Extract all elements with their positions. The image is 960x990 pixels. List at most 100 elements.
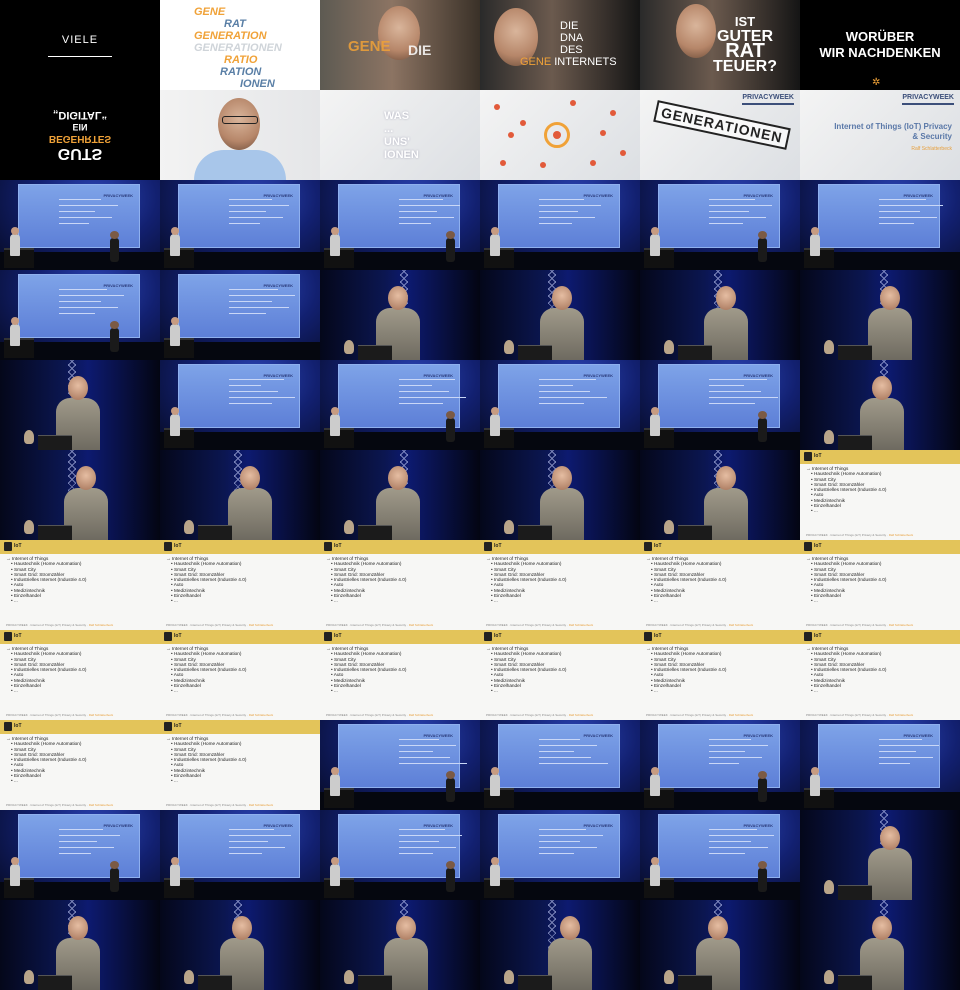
speaker — [548, 916, 592, 990]
slide-frame[interactable]: IoT → Internet of ThingsHaustechnik (Home… — [800, 450, 960, 540]
stage-frame[interactable]: PRIVACYWEEK — [0, 180, 160, 270]
title-card-woruber[interactable]: WORÜBER WIR NACHDENKEN ✲ — [800, 0, 960, 90]
slide-bullets: → Internet of ThingsHaustechnik (Home Au… — [486, 556, 566, 604]
title-card-rat[interactable]: IST GUTER RAT TEUER? — [640, 0, 800, 90]
speaker-figure — [810, 767, 820, 796]
projection-screen: PRIVACYWEEK — [178, 364, 300, 428]
screen-line — [539, 853, 574, 854]
slide-frame[interactable]: IoT → Internet of ThingsHaustechnik (Home… — [640, 540, 800, 630]
speaker-closeup[interactable] — [800, 810, 960, 900]
speaker-closeup[interactable] — [320, 450, 480, 540]
screen-line — [399, 829, 445, 830]
stage-frame[interactable]: PRIVACYWEEK — [480, 810, 640, 900]
stage-frame[interactable]: PRIVACYWEEK — [480, 180, 640, 270]
title-card-dna[interactable]: DIE DNA DES GENE INTERNETS — [480, 0, 640, 90]
screen-line — [879, 757, 933, 758]
speaker-closeup[interactable] — [320, 900, 480, 990]
target-center — [553, 131, 561, 139]
stage-frame[interactable]: PRIVACYWEEK — [320, 720, 480, 810]
screen-line — [709, 841, 751, 842]
slide-frame[interactable]: IoT → Internet of ThingsHaustechnik (Home… — [0, 630, 160, 720]
slide-frame[interactable]: IoT → Internet of ThingsHaustechnik (Home… — [0, 720, 160, 810]
stage-frame[interactable]: PRIVACYWEEK — [800, 180, 960, 270]
speaker-closeup[interactable] — [640, 270, 800, 360]
stage-frame[interactable]: PRIVACYWEEK — [640, 360, 800, 450]
stage-frame[interactable]: PRIVACYWEEK — [160, 270, 320, 360]
slide-frame[interactable]: IoT → Internet of ThingsHaustechnik (Home… — [480, 540, 640, 630]
slide-bullet: Haustechnik (Home Automation) — [806, 651, 886, 656]
slide-bullet: Haustechnik (Home Automation) — [806, 471, 886, 476]
word: IONEN — [240, 78, 275, 90]
speaker-closeup[interactable] — [160, 900, 320, 990]
stage-frame[interactable]: PRIVACYWEEK — [480, 720, 640, 810]
slide-frame[interactable]: IoT → Internet of ThingsHaustechnik (Home… — [320, 540, 480, 630]
speaker-closeup[interactable] — [480, 900, 640, 990]
footer-author: Ralf Schlatterbeck — [408, 713, 434, 717]
stage-frame[interactable]: PRIVACYWEEK — [800, 720, 960, 810]
speaker-closeup[interactable] — [800, 900, 960, 990]
viele-text: VIELE — [61, 33, 99, 46]
slide-title: IoT — [334, 633, 342, 639]
slide-frame[interactable]: IoT → Internet of ThingsHaustechnik (Home… — [480, 630, 640, 720]
stage-frame[interactable]: PRIVACYWEEK — [640, 180, 800, 270]
slide-header: IoT — [160, 720, 320, 734]
speaker-closeup[interactable] — [320, 270, 480, 360]
stage-frame[interactable]: PRIVACYWEEK — [0, 270, 160, 360]
stage-frame[interactable]: PRIVACYWEEK — [640, 810, 800, 900]
screen-line — [229, 199, 272, 200]
speaker-closeup[interactable] — [800, 360, 960, 450]
speaker-figure — [170, 857, 180, 886]
screen-title: PRIVACYWEEK — [263, 193, 293, 198]
speaker-closeup[interactable] — [480, 270, 640, 360]
speaker-figure — [170, 317, 180, 346]
slide-bullet: Haustechnik (Home Automation) — [326, 561, 406, 566]
laptop — [838, 975, 872, 990]
slide-frame[interactable]: IoT → Internet of ThingsHaustechnik (Home… — [160, 630, 320, 720]
stage-frame[interactable]: PRIVACYWEEK — [160, 180, 320, 270]
speaker-closeup[interactable] — [640, 900, 800, 990]
slide-frame[interactable]: IoT → Internet of ThingsHaustechnik (Home… — [800, 630, 960, 720]
speaker-closeup[interactable] — [0, 450, 160, 540]
slide-frame[interactable]: IoT → Internet of ThingsHaustechnik (Home… — [160, 720, 320, 810]
stage-frame[interactable]: PRIVACYWEEK — [320, 360, 480, 450]
title-card-portrait[interactable] — [160, 90, 320, 180]
speaker-closeup[interactable] — [640, 450, 800, 540]
slide-footer: PRIVACYWEEK · Internet of Things (IoT) P… — [646, 623, 753, 627]
speaker-closeup[interactable] — [480, 450, 640, 540]
screen-line — [539, 757, 591, 758]
title-card-gene-die[interactable]: GENE DIE — [320, 0, 480, 90]
screen-line — [539, 763, 608, 764]
speaker-closeup[interactable] — [800, 270, 960, 360]
slide-frame[interactable]: IoT → Internet of ThingsHaustechnik (Home… — [0, 540, 160, 630]
title-card-iot[interactable]: PRIVACYWEEK Internet of Things (IoT) Priv… — [800, 90, 960, 180]
stage-frame[interactable]: PRIVACYWEEK — [480, 360, 640, 450]
speaker-closeup[interactable] — [0, 360, 160, 450]
stage-frame[interactable]: PRIVACYWEEK — [320, 180, 480, 270]
stage-frame[interactable]: PRIVACYWEEK — [160, 810, 320, 900]
slide-frame[interactable]: IoT → Internet of ThingsHaustechnik (Home… — [320, 630, 480, 720]
title-card-words[interactable]: GENE RAT GENERATION GENERATIONEN RATIO RATION… — [160, 0, 320, 90]
stage-frame[interactable]: PRIVACYWEEK — [320, 810, 480, 900]
speaker-closeup[interactable] — [0, 900, 160, 990]
title-card-was[interactable]: WAS... UNS' IONEN — [320, 90, 480, 180]
head — [11, 227, 19, 235]
speaker-figure — [170, 227, 180, 256]
title-card-viele[interactable]: VIELE — [0, 0, 160, 90]
dna-text: DIE DNA DES GENE INTERNETS — [520, 20, 617, 68]
title-card-mirror[interactable]: GUTS BEGEHRTES EIN „DIGITAL“ — [0, 90, 160, 180]
title-card-stamp[interactable]: PRIVACYWEEK GENERATIONEN — [640, 90, 800, 180]
screen-line — [539, 829, 586, 830]
slide-frame[interactable]: IoT → Internet of ThingsHaustechnik (Home… — [160, 540, 320, 630]
speaker-closeup[interactable] — [160, 450, 320, 540]
slide-frame[interactable]: IoT → Internet of ThingsHaustechnik (Home… — [800, 540, 960, 630]
slide-frame[interactable]: IoT → Internet of ThingsHaustechnik (Home… — [640, 630, 800, 720]
screen-title: PRIVACYWEEK — [903, 193, 933, 198]
slide-bullet: ... — [486, 598, 566, 603]
title-card-network[interactable] — [480, 90, 640, 180]
stage-frame[interactable]: PRIVACYWEEK — [160, 360, 320, 450]
stage-frame[interactable]: PRIVACYWEEK — [640, 720, 800, 810]
footer-text: PRIVACYWEEK · Internet of Things (IoT) P… — [166, 803, 249, 807]
screen-title: PRIVACYWEEK — [263, 373, 293, 378]
stage-frame[interactable]: PRIVACYWEEK — [0, 810, 160, 900]
screen-line — [399, 205, 460, 206]
